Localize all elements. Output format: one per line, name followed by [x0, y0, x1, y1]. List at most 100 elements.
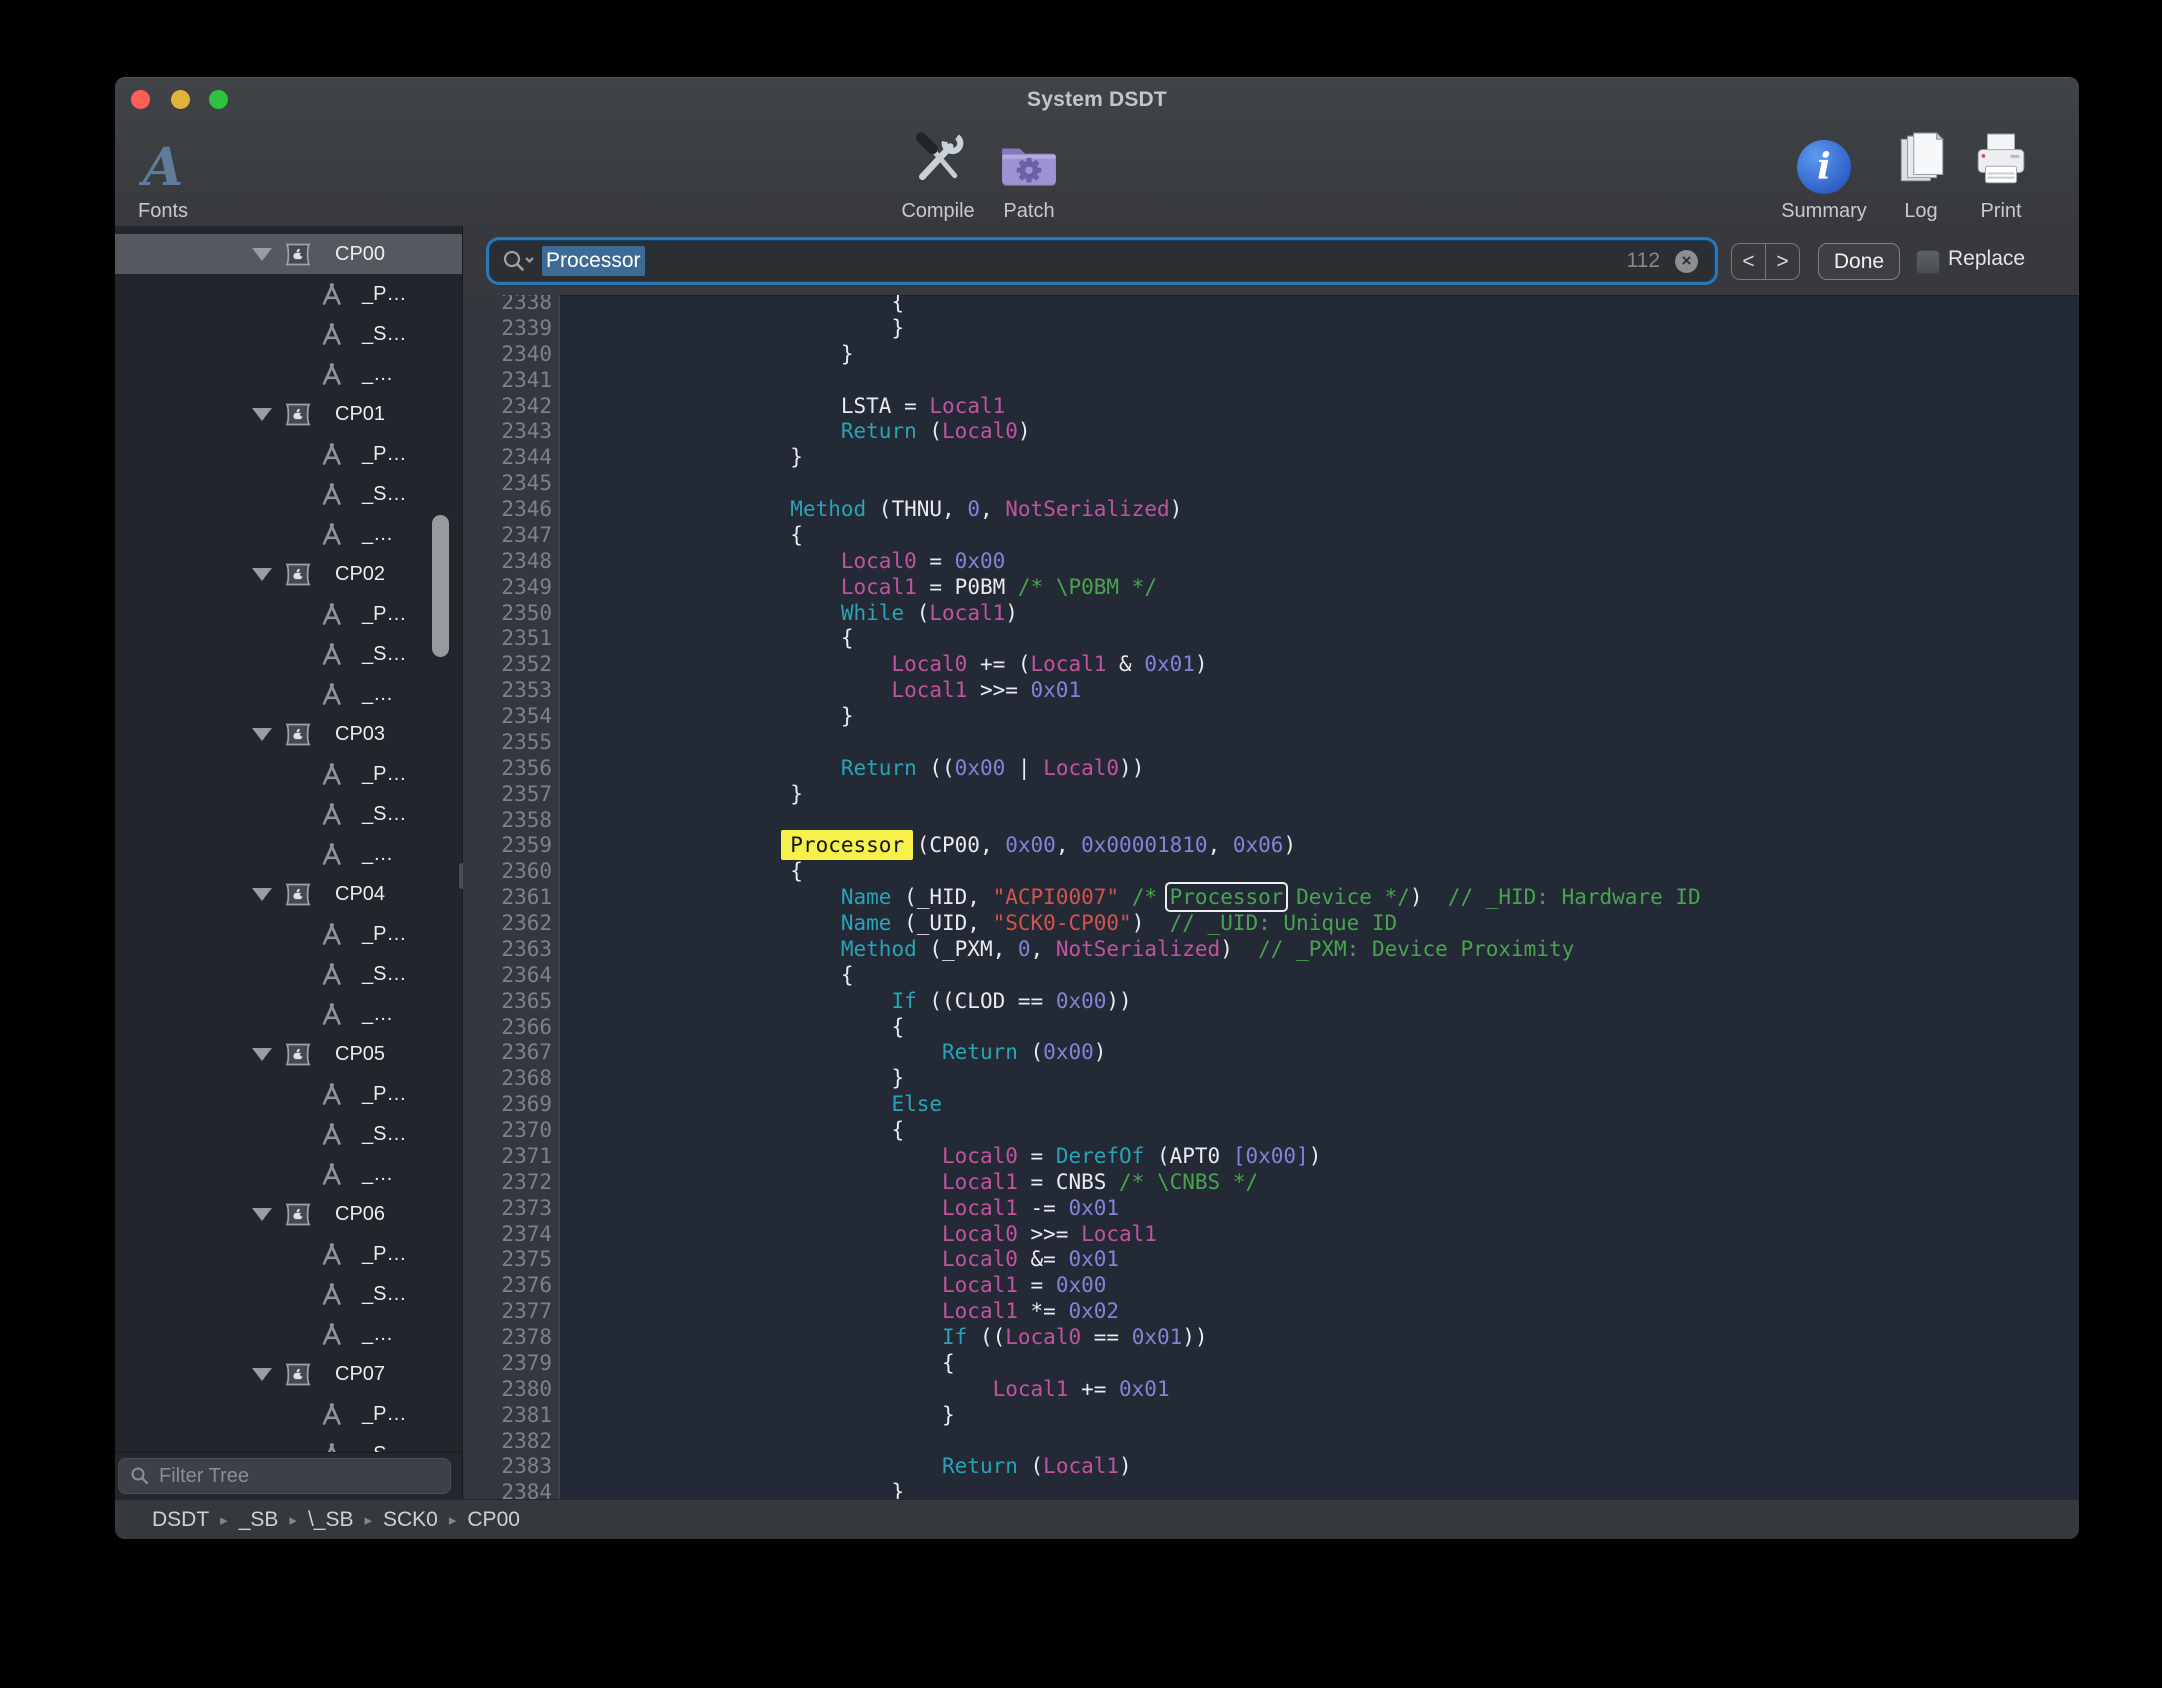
code-line-2365[interactable]: If ((CLOD == 0x00))	[588, 989, 2079, 1015]
tree-item-CP01[interactable]: CP01	[115, 394, 462, 434]
clear-search-icon[interactable]: ×	[1675, 250, 1698, 273]
code-line-2381[interactable]: }	[588, 1403, 2079, 1429]
code-line-2348[interactable]: Local0 = 0x00	[588, 549, 2079, 575]
code-line-2355[interactable]	[588, 730, 2079, 756]
code-line-2382[interactable]	[588, 1429, 2079, 1455]
tree-item-child[interactable]: _P…	[115, 754, 462, 794]
code-line-2343[interactable]: Return (Local0)	[588, 419, 2079, 445]
tree-item-child[interactable]: _P…	[115, 1394, 462, 1434]
code-line-2366[interactable]: {	[588, 1015, 2079, 1041]
code-line-2363[interactable]: Method (_PXM, 0, NotSerialized) // _PXM:…	[588, 937, 2079, 963]
code-line-2375[interactable]: Local0 &= 0x01	[588, 1247, 2079, 1273]
tree-item-child[interactable]: _S…	[115, 1274, 462, 1314]
code-line-2362[interactable]: Name (_UID, "SCK0-CP00") // _UID: Unique…	[588, 911, 2079, 937]
code-area[interactable]: { } } LSTA = Local1 Return (Local0) } Me…	[560, 295, 2079, 1499]
tree-item-child[interactable]: _…	[115, 994, 462, 1034]
sidebar-tree[interactable]: CP00_P…_S…_…CP01_P…_S…_…CP02_P…_S…_…CP03…	[115, 226, 462, 1453]
code-line-2344[interactable]: }	[588, 445, 2079, 471]
code-line-2346[interactable]: Method (THNU, 0, NotSerialized)	[588, 497, 2079, 523]
tree-item-CP05[interactable]: CP05	[115, 1034, 462, 1074]
code-line-2345[interactable]	[588, 471, 2079, 497]
tree-item-CP02[interactable]: CP02	[115, 554, 462, 594]
code-line-2379[interactable]: {	[588, 1351, 2079, 1377]
tree-item-child[interactable]: _P…	[115, 274, 462, 314]
tree-item-child[interactable]: _S…	[115, 954, 462, 994]
tree-item-child[interactable]: _S…	[115, 474, 462, 514]
tree-item-child[interactable]: _S…	[115, 1114, 462, 1154]
tree-item-CP06[interactable]: CP06	[115, 1194, 462, 1234]
code-line-2367[interactable]: Return (0x00)	[588, 1040, 2079, 1066]
tree-item-child[interactable]: _S…	[115, 634, 462, 674]
code-line-2373[interactable]: Local1 -= 0x01	[588, 1196, 2079, 1222]
find-search-input[interactable]: Processor 112 ×	[490, 241, 1714, 281]
disclosure-triangle-icon[interactable]	[252, 1048, 272, 1061]
code-line-2349[interactable]: Local1 = P0BM /* \P0BM */	[588, 575, 2079, 601]
disclosure-triangle-icon[interactable]	[252, 728, 272, 741]
code-line-2383[interactable]: Return (Local1)	[588, 1454, 2079, 1480]
disclosure-triangle-icon[interactable]	[252, 248, 272, 261]
code-line-2351[interactable]: {	[588, 626, 2079, 652]
tree-item-child[interactable]: _…	[115, 1154, 462, 1194]
code-line-2384[interactable]: }	[588, 1480, 2079, 1499]
code-line-2352[interactable]: Local0 += (Local1 & 0x01)	[588, 652, 2079, 678]
breadcrumb-item-_SB[interactable]: \_SB	[308, 1508, 354, 1532]
breadcrumb-item-SCK0[interactable]: SCK0	[383, 1508, 438, 1532]
code-line-2353[interactable]: Local1 >>= 0x01	[588, 678, 2079, 704]
tree-item-child[interactable]: _…	[115, 1314, 462, 1354]
code-line-2376[interactable]: Local1 = 0x00	[588, 1273, 2079, 1299]
code-line-2347[interactable]: {	[588, 523, 2079, 549]
breadcrumb-item-CP00[interactable]: CP00	[467, 1508, 520, 1532]
code-line-2377[interactable]: Local1 *= 0x02	[588, 1299, 2079, 1325]
code-line-2350[interactable]: While (Local1)	[588, 601, 2079, 627]
tree-item-CP00[interactable]: CP00	[115, 234, 462, 274]
breadcrumb-item-DSDT[interactable]: DSDT	[152, 1508, 209, 1532]
code-line-2354[interactable]: }	[588, 704, 2079, 730]
code-line-2359[interactable]: Processor (CP00, 0x00, 0x00001810, 0x06)	[588, 833, 2079, 859]
tree-item-child[interactable]: _…	[115, 674, 462, 714]
code-line-2369[interactable]: Else	[588, 1092, 2079, 1118]
filter-tree-input[interactable]: Filter Tree	[118, 1458, 451, 1494]
breadcrumb-item-_SB[interactable]: _SB	[239, 1508, 279, 1532]
toolbar-item-fonts[interactable]: A Fonts	[115, 126, 223, 223]
code-line-2339[interactable]: }	[588, 316, 2079, 342]
code-line-2374[interactable]: Local0 >>= Local1	[588, 1222, 2079, 1248]
code-line-2378[interactable]: If ((Local0 == 0x01))	[588, 1325, 2079, 1351]
code-line-2341[interactable]	[588, 368, 2079, 394]
replace-checkbox[interactable]	[1916, 250, 1940, 274]
toolbar-item-print[interactable]: Print	[1941, 126, 2061, 223]
tree-item-child[interactable]: _S…	[115, 314, 462, 354]
done-button[interactable]: Done	[1818, 243, 1900, 280]
code-line-2380[interactable]: Local1 += 0x01	[588, 1377, 2079, 1403]
code-line-2356[interactable]: Return ((0x00 | Local0))	[588, 756, 2079, 782]
tree-item-child[interactable]: _P…	[115, 594, 462, 634]
code-line-2342[interactable]: LSTA = Local1	[588, 394, 2079, 420]
disclosure-triangle-icon[interactable]	[252, 1208, 272, 1221]
code-line-2370[interactable]: {	[588, 1118, 2079, 1144]
code-line-2357[interactable]: }	[588, 782, 2079, 808]
disclosure-triangle-icon[interactable]	[252, 408, 272, 421]
sidebar-scrollbar-thumb[interactable]	[432, 515, 449, 657]
tree-item-child[interactable]: _P…	[115, 434, 462, 474]
tree-item-child[interactable]: _…	[115, 354, 462, 394]
tree-item-child[interactable]: _S…	[115, 1434, 462, 1453]
tree-item-CP04[interactable]: CP04	[115, 874, 462, 914]
disclosure-triangle-icon[interactable]	[252, 1368, 272, 1381]
tree-item-CP07[interactable]: CP07	[115, 1354, 462, 1394]
code-line-2360[interactable]: {	[588, 859, 2079, 885]
code-line-2372[interactable]: Local1 = CNBS /* \CNBS */	[588, 1170, 2079, 1196]
code-line-2371[interactable]: Local0 = DerefOf (APT0 [0x00])	[588, 1144, 2079, 1170]
disclosure-triangle-icon[interactable]	[252, 888, 272, 901]
tree-item-child[interactable]: _P…	[115, 1234, 462, 1274]
tree-item-child[interactable]: _P…	[115, 914, 462, 954]
code-line-2340[interactable]: }	[588, 342, 2079, 368]
disclosure-triangle-icon[interactable]	[252, 568, 272, 581]
code-line-2368[interactable]: }	[588, 1066, 2079, 1092]
find-previous-button[interactable]: <	[1732, 244, 1766, 279]
code-line-2338[interactable]: {	[588, 295, 2079, 316]
tree-item-child[interactable]: _S…	[115, 794, 462, 834]
code-line-2361[interactable]: Name (_HID, "ACPI0007" /* Processor Devi…	[588, 885, 2079, 911]
tree-item-child[interactable]: _…	[115, 834, 462, 874]
tree-item-CP03[interactable]: CP03	[115, 714, 462, 754]
toolbar-item-patch[interactable]: Patch	[969, 126, 1089, 223]
find-next-button[interactable]: >	[1766, 244, 1799, 279]
